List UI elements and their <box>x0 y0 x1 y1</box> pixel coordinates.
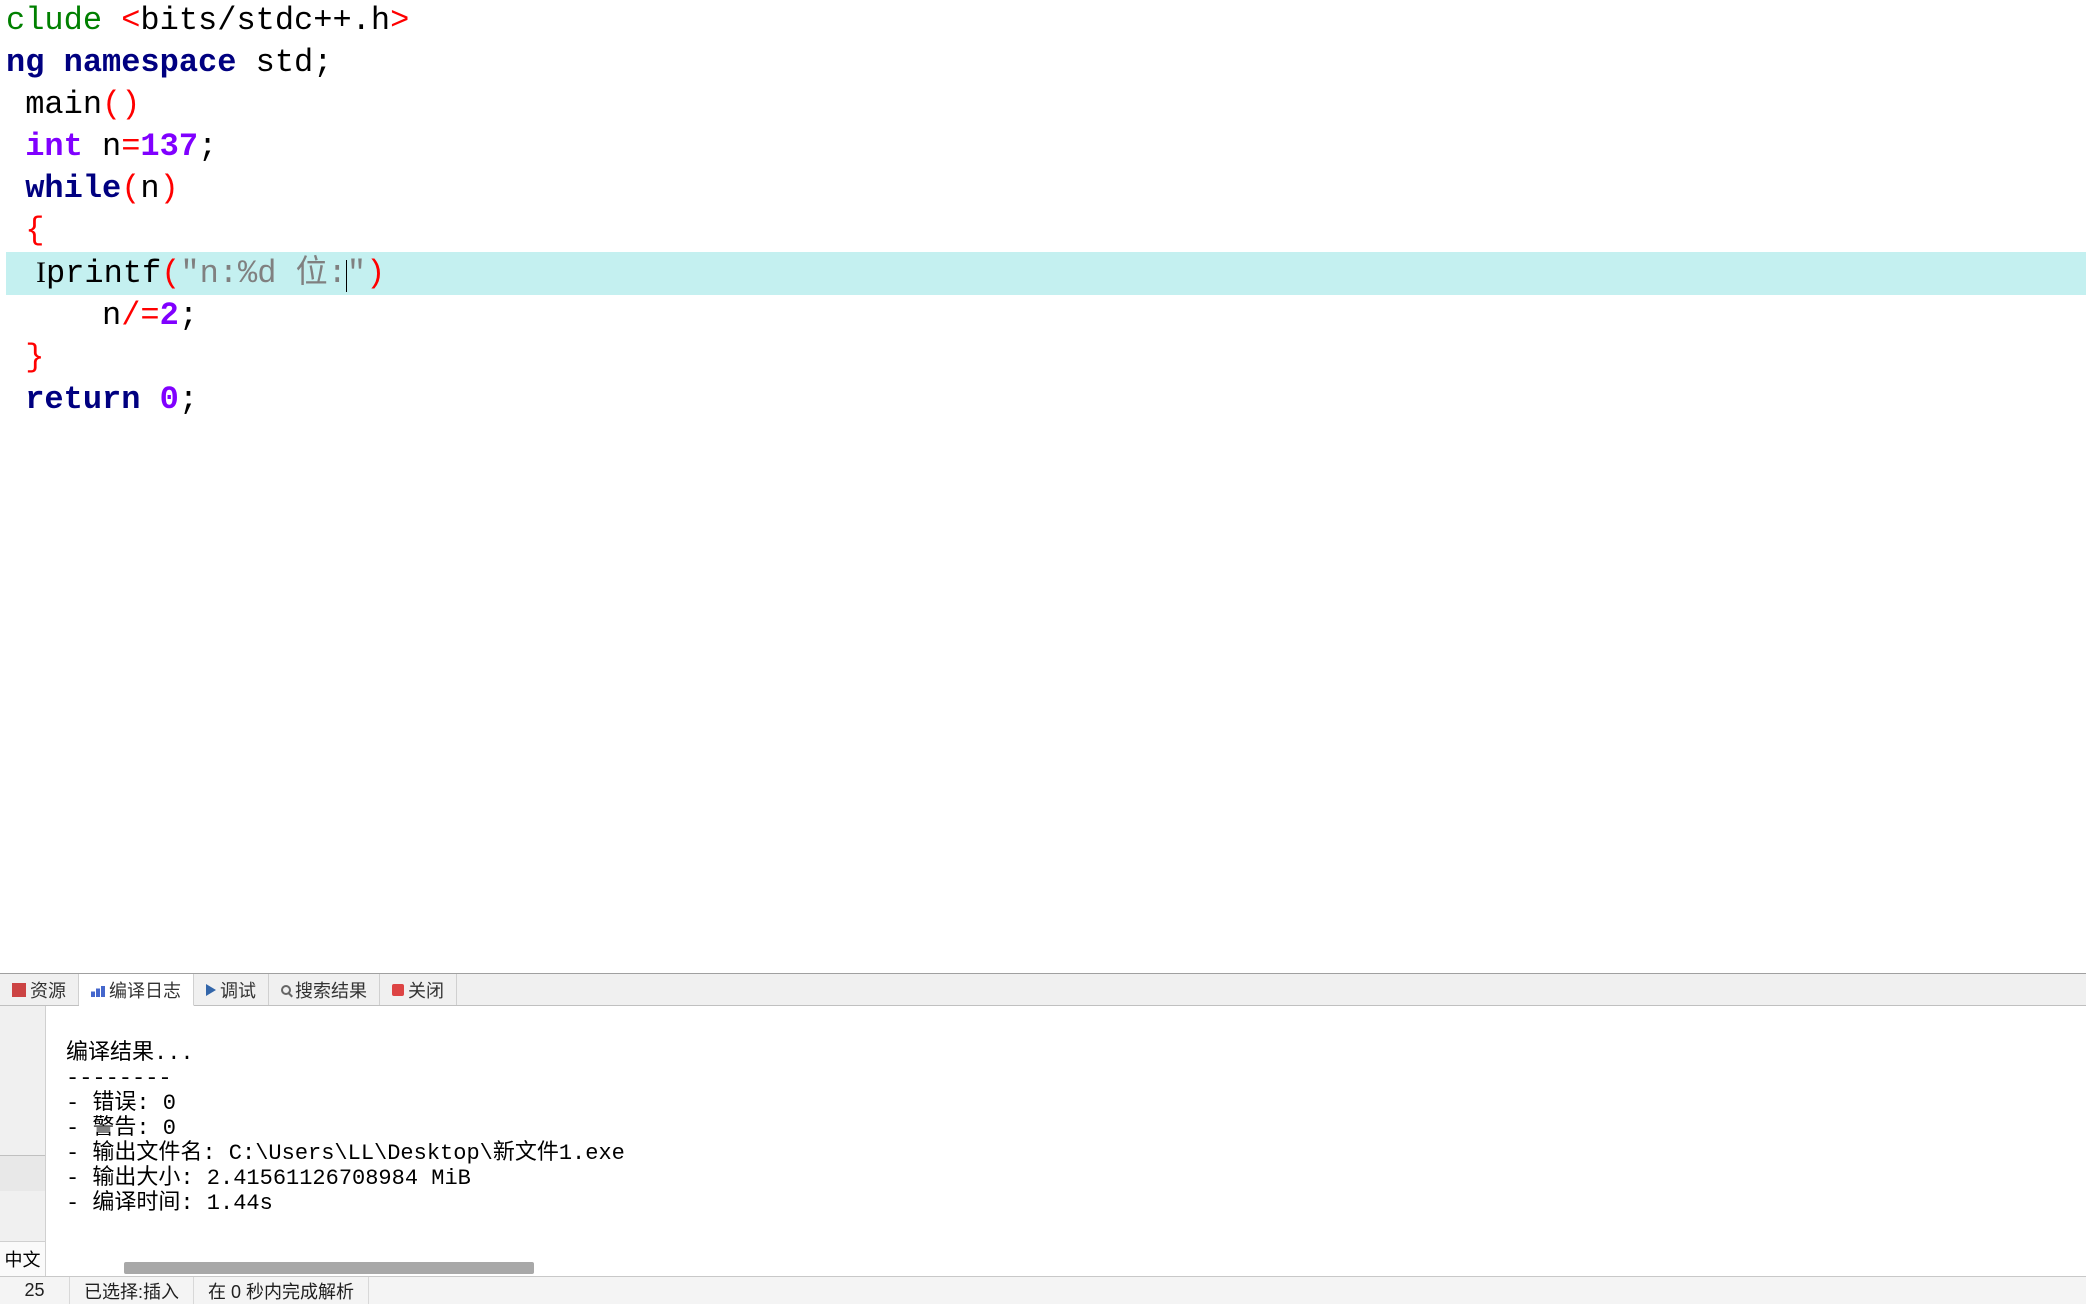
tab-search-results[interactable]: 搜索结果 <box>269 974 380 1005</box>
log-line: -------- <box>66 1066 172 1091</box>
num-0: 0 <box>160 381 179 418</box>
tab-debug[interactable]: 调试 <box>194 974 269 1005</box>
angle-open: < <box>121 2 140 39</box>
kw-namespace: namespace <box>64 44 237 81</box>
log-line: - 编译时间: 1.44s <box>66 1191 273 1216</box>
semicolon: ; <box>179 381 198 418</box>
side-lang-label[interactable]: 中文 <box>0 1241 45 1276</box>
ident-std: std <box>236 44 313 81</box>
ident-n: n <box>140 170 159 207</box>
status-bar: 25 已选择:插入 在 0 秒内完成解析 <box>0 1276 2086 1304</box>
compile-log-output[interactable]: 编译结果... -------- - 错误: 0 - 警告: 0 - 输出文件名… <box>46 1006 2086 1276</box>
log-line: - 输出文件名: C:\Users\LL\Desktop\新文件1.exe <box>66 1141 625 1166</box>
code-line-8-current[interactable]: Iprintf("n:%d 位:") <box>6 252 2086 295</box>
log-line: 编译结果... <box>66 1041 194 1066</box>
code-line-10[interactable]: } <box>6 337 2086 379</box>
brace-open: { <box>6 212 44 249</box>
angle-close: > <box>390 2 409 39</box>
string-quote: " <box>347 255 366 292</box>
num-137: 137 <box>140 128 198 165</box>
code-line-7[interactable]: { <box>6 210 2086 252</box>
paren-open: ( <box>161 255 180 292</box>
horizontal-scrollbar[interactable] <box>124 1262 534 1274</box>
output-panel: 资源 编译日志 调试 搜索结果 关闭 中文 编译结果... -------- -… <box>0 973 2086 1276</box>
tab-compile-log[interactable]: 编译日志 <box>79 974 194 1006</box>
op-diveq: /= <box>121 297 159 334</box>
paren-open: ( <box>121 170 140 207</box>
tab-close[interactable]: 关闭 <box>380 974 457 1005</box>
tab-label: 编译日志 <box>109 977 181 1003</box>
paren-close: ) <box>160 170 179 207</box>
status-selection-mode: 已选择:插入 <box>70 1277 194 1304</box>
tab-label: 调试 <box>220 977 256 1003</box>
code-line-6[interactable]: while(n) <box>6 168 2086 210</box>
code-line-9[interactable]: n/=2; <box>6 295 2086 337</box>
side-button[interactable] <box>0 1155 45 1191</box>
semicolon: ; <box>179 297 198 334</box>
semicolon: ; <box>313 44 332 81</box>
ident-main: main <box>6 86 102 123</box>
close-icon <box>392 984 404 996</box>
resources-icon <box>12 983 26 997</box>
code-line-2[interactable]: ng namespace std; <box>6 42 2086 84</box>
log-line: - 错误: 0 <box>66 1091 176 1116</box>
code-line-3[interactable]: main() <box>6 84 2086 126</box>
semicolon: ; <box>198 128 217 165</box>
string-body: n:%d 位: <box>200 255 347 292</box>
tab-label: 关闭 <box>408 977 444 1003</box>
side-column: 中文 <box>0 1006 46 1276</box>
output-tab-bar: 资源 编译日志 调试 搜索结果 关闭 <box>0 974 2086 1006</box>
code-line-5[interactable]: int n=137; <box>6 126 2086 168</box>
kw-int: int <box>6 128 83 165</box>
status-parse-time: 在 0 秒内完成解析 <box>194 1277 369 1304</box>
kw-return: return <box>6 381 140 418</box>
paren-close: ) <box>366 255 385 292</box>
kw-using-frag: ng <box>6 44 64 81</box>
header-name: bits/stdc++.h <box>140 2 390 39</box>
status-column-number: 25 <box>0 1277 70 1304</box>
compile-log-icon <box>91 983 105 997</box>
log-line: - 输出大小: 2.41561126708984 MiB <box>66 1166 471 1191</box>
log-line: - 警告: 0 <box>66 1116 176 1141</box>
num-2: 2 <box>160 297 179 334</box>
code-line-11[interactable]: return 0; <box>6 379 2086 421</box>
code-line-1[interactable]: clude <bits/stdc++.h> <box>6 0 2086 42</box>
tab-label: 搜索结果 <box>295 977 367 1003</box>
code-editor[interactable]: clude <bits/stdc++.h> ng namespace std; … <box>0 0 2086 973</box>
preproc-include: clude <box>6 2 121 39</box>
op-assign: = <box>121 128 140 165</box>
search-icon <box>281 985 291 995</box>
tab-label: 资源 <box>30 977 66 1003</box>
kw-while: while <box>6 170 121 207</box>
brace-close: } <box>6 339 44 376</box>
space <box>140 381 159 418</box>
parens-main: () <box>102 86 140 123</box>
text-cursor-icon: I <box>6 256 46 289</box>
string-quote: " <box>180 255 199 292</box>
ident-printf: printf <box>46 255 161 292</box>
indent-n: n <box>6 297 121 334</box>
tab-resources[interactable]: 资源 <box>0 974 79 1005</box>
ident-n: n <box>83 128 121 165</box>
debug-icon <box>206 984 216 996</box>
panel-body: 中文 编译结果... -------- - 错误: 0 - 警告: 0 - 输出… <box>0 1006 2086 1276</box>
